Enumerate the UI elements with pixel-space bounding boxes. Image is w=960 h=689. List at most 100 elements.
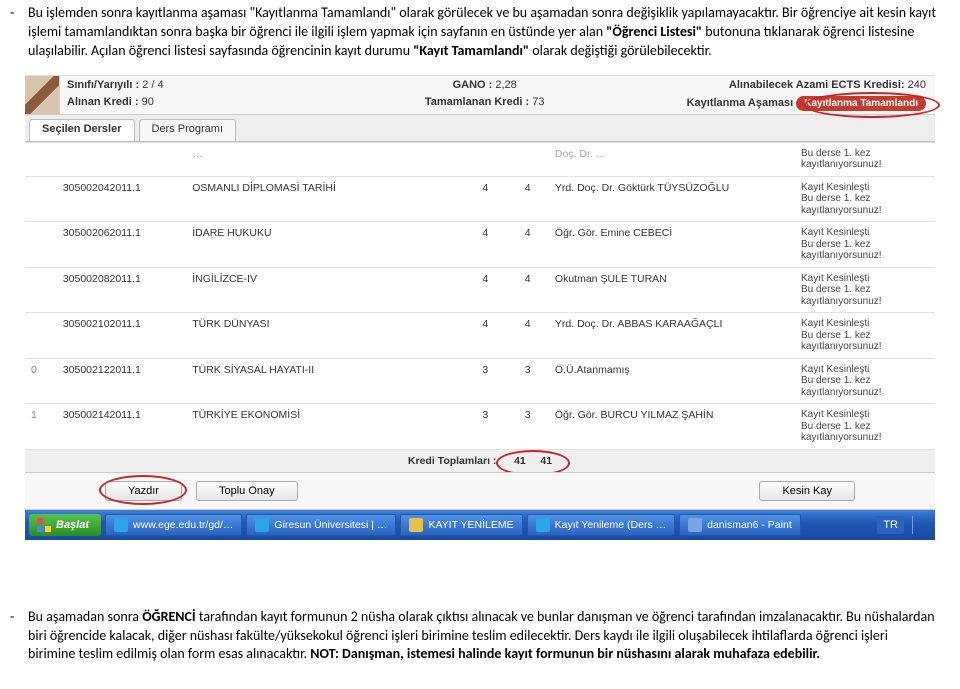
windows-logo-icon: [37, 518, 51, 532]
credit-1: 4: [464, 267, 506, 313]
totals-v1: 41: [514, 455, 526, 467]
credit-1: 3: [464, 404, 506, 450]
tab-selected-courses[interactable]: Seçilen Dersler: [29, 119, 135, 141]
status-cell: Kayıt KesinleştiBu derse 1. kezkayıtlanı…: [795, 404, 935, 450]
status-line: Kayıt Kesinleşti: [801, 318, 929, 330]
course-code: 305002102011.1: [57, 313, 186, 359]
credit-2: 4: [507, 176, 549, 222]
taskbar-item[interactable]: Giresun Üniversitesi | …: [246, 514, 396, 536]
app-icon: [255, 518, 269, 532]
tray-icon[interactable]: [912, 516, 931, 534]
lecturer-cell: Öğr. Gör. BURCU YILMAZ ŞAHİN: [549, 404, 795, 450]
status-line: Kayıt Kesinleşti: [801, 227, 929, 239]
status-line: kayıtlanıyorsunuz!: [801, 387, 929, 399]
status-line: Kayıt Kesinleşti: [801, 409, 929, 421]
taskbar-item[interactable]: Kayıt Yenileme (Ders …: [527, 514, 675, 536]
status-cell: Kayıt KesinleştiBu derse 1. kezkayıtlanı…: [795, 313, 935, 359]
status-line: Kayıt Kesinleşti: [801, 273, 929, 285]
para1-q3: "Kayıt Tamamlandı": [413, 42, 529, 59]
status-line: kayıtlanıyorsunuz!: [801, 250, 929, 262]
alinan-value: 90: [142, 96, 154, 108]
status-line: Bu derse 1. kez: [801, 330, 929, 342]
credit-2: 3: [507, 358, 549, 404]
lecturer-cell: Okutman ŞULE TURAN: [549, 267, 795, 313]
table-row: 0305002122011.1TÜRK SİYASAL HAYATI-II33Ö…: [25, 358, 935, 404]
taskbar-item[interactable]: www.ege.edu.tr/gd/…: [105, 514, 242, 536]
row-prefix: 0: [25, 358, 57, 404]
status-line: Bu derse 1. kez: [801, 239, 929, 251]
bullet-dash: -: [10, 4, 14, 23]
taskbar-item-label: www.ege.edu.tr/gd/…: [133, 519, 233, 531]
credit-2: 4: [507, 222, 549, 268]
para2-d: NOT: Danışman, istemesi halinde kayıt fo…: [310, 645, 820, 662]
row-prefix: [25, 176, 57, 222]
totals-label: Kredi Toplamları :: [408, 455, 503, 467]
ects-label: Alınabilecek Azami ECTS Kredisi:: [729, 79, 905, 91]
credit-1: 4: [464, 176, 506, 222]
status-line: Kayıt Kesinleşti: [801, 364, 929, 376]
totals-row: Kredi Toplamları : 41 41: [25, 449, 935, 472]
tabs: Seçilen Dersler Ders Programı: [25, 115, 935, 142]
taskbar: Başlat www.ege.edu.tr/gd/… Giresun Üniver…: [25, 510, 935, 540]
status-line: Bu derse 1. kez: [801, 148, 929, 160]
taskbar-item-label: Giresun Üniversitesi | …: [274, 519, 387, 531]
bulk-approve-button[interactable]: Toplu Onay: [196, 481, 298, 501]
credit-2: 4: [507, 267, 549, 313]
start-label: Başlat: [56, 519, 89, 531]
status-line: Bu derse 1. kez: [801, 193, 929, 205]
gano-label: GANO :: [453, 79, 493, 91]
language-indicator[interactable]: TR: [877, 516, 904, 534]
status-line: kayıtlanıyorsunuz!: [801, 341, 929, 353]
para2-a: Bu aşamadan sonra: [28, 608, 142, 625]
row-prefix: [25, 222, 57, 268]
status-cell: Kayıt KesinleştiBu derse 1. kezkayıtlanı…: [795, 267, 935, 313]
print-button[interactable]: Yazdır: [105, 481, 182, 501]
para1-prefix: Bu işlemden sonra kayıtlanma aşaması: [28, 4, 249, 21]
table-row: 1305002142011.1TÜRKİYE EKONOMİSİ33Öğr. G…: [25, 404, 935, 450]
status-line: Bu derse 1. kez: [801, 284, 929, 296]
course-name: OSMANLI DİPLOMASİ TARİHİ: [186, 176, 464, 222]
status-cell: Kayıt KesinleştiBu derse 1. kezkayıtlanı…: [795, 222, 935, 268]
action-bar: Yazdır Toplu Onay Kesin Kay: [25, 472, 935, 510]
final-register-button[interactable]: Kesin Kay: [759, 481, 855, 501]
credit-1: 4: [464, 313, 506, 359]
status-line: kayıtlanıyorsunuz!: [801, 159, 929, 171]
taskbar-item[interactable]: danisman6 - Paint: [679, 514, 801, 536]
lecturer-cell: Öğr. Gör. Emine CEBECİ: [549, 222, 795, 268]
start-button[interactable]: Başlat: [29, 514, 101, 536]
app-icon: [114, 518, 128, 532]
para1-q2: "Öğrenci Listesi": [606, 23, 702, 40]
avatar: [25, 76, 60, 114]
table-row: … Doç. Dr. ... Bu derse 1. kez kayıtlanı…: [25, 142, 935, 176]
credit-1: 3: [464, 358, 506, 404]
student-header: Sınıfı/Yarıyılı : 2 / 4 GANO : 2,28 Alın…: [25, 76, 935, 115]
app-icon: [536, 518, 550, 532]
course-code: 305002042011.1: [57, 176, 186, 222]
taskbar-item[interactable]: KAYIT YENİLEME: [400, 514, 522, 536]
sinif-value: 2 / 4: [142, 79, 163, 91]
lecturer-cell: Doç. Dr. ...: [549, 142, 795, 176]
app-icon: [688, 518, 702, 532]
credit-1: 4: [464, 222, 506, 268]
course-code: 305002062011.1: [57, 222, 186, 268]
alinan-label: Alınan Kredi :: [67, 96, 139, 108]
table-row: 305002042011.1OSMANLI DİPLOMASİ TARİHİ44…: [25, 176, 935, 222]
credit-2: 4: [507, 313, 549, 359]
asama-label: Kayıtlanma Aşaması: [687, 97, 794, 109]
status-line: Bu derse 1. kez: [801, 375, 929, 387]
tab-schedule[interactable]: Ders Programı: [139, 119, 237, 141]
lecturer-cell: Yrd. Doç. Dr. Göktürk TÜYSÜZOĞLU: [549, 176, 795, 222]
table-row: 305002102011.1TÜRK DÜNYASI44Yrd. Doç. Dr…: [25, 313, 935, 359]
status-line: Bu derse 1. kez: [801, 421, 929, 433]
embedded-screenshot: Sınıfı/Yarıyılı : 2 / 4 GANO : 2,28 Alın…: [25, 75, 935, 540]
credit-2: 3: [507, 404, 549, 450]
para1-suffix: olarak değiştiği görülebilecektir.: [532, 42, 711, 59]
app-icon: [409, 518, 423, 532]
table-row: 305002082011.1İNGİLİZCE-IV44Okutman ŞULE…: [25, 267, 935, 313]
course-name: İDARE HUKUKU: [186, 222, 464, 268]
taskbar-item-label: KAYIT YENİLEME: [428, 519, 513, 531]
row-prefix: 1: [25, 404, 57, 450]
course-name: TÜRKİYE EKONOMİSİ: [186, 404, 464, 450]
status-line: Kayıt Kesinleşti: [801, 182, 929, 194]
course-code: 305002082011.1: [57, 267, 186, 313]
